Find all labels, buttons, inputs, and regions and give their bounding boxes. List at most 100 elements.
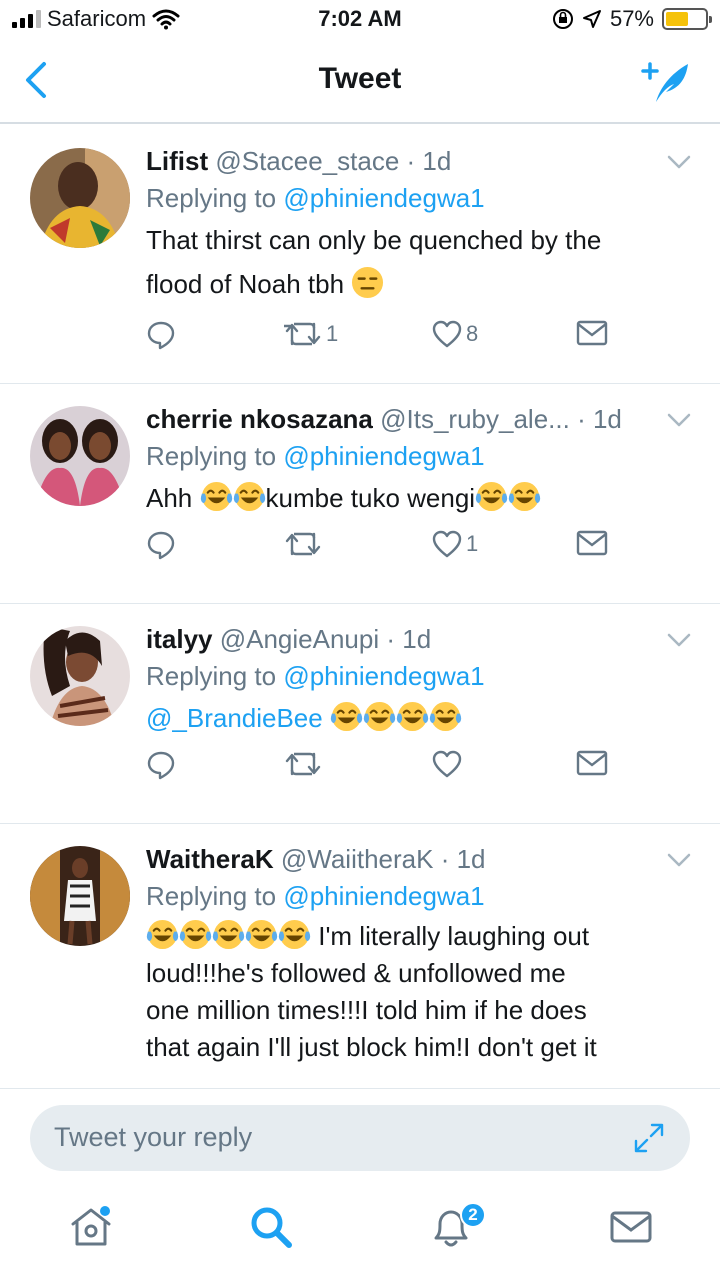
heart-icon [432, 530, 462, 558]
like-count: 1 [466, 531, 479, 556]
tears-of-joy-icon [212, 919, 245, 950]
tweet-time: 1d [402, 624, 432, 654]
tab-search[interactable] [246, 1202, 296, 1252]
battery-percent: 57% [609, 6, 654, 31]
replying-to-handle[interactable]: @phiniendegwa1 [283, 441, 484, 471]
tweet-text: That thirst can only be quenched by the … [146, 225, 602, 299]
user-handle[interactable]: @Its_ruby_ale... [380, 404, 570, 434]
battery-icon [662, 8, 712, 30]
display-name[interactable]: Lifist [146, 146, 208, 176]
avatar[interactable] [30, 406, 130, 506]
tweet-row[interactable]: WaitheraK @WaiitheraK · 1d Replying to @… [0, 824, 720, 1088]
tweet-text: @_BrandieBee [146, 696, 694, 740]
reply-input[interactable]: Tweet your reply [30, 1105, 690, 1171]
tweet-time: 1d [456, 844, 486, 874]
tweet-actions: 1 [146, 530, 694, 586]
retweet-icon [285, 532, 321, 556]
tears-of-joy-icon [200, 481, 232, 512]
retweet-button[interactable] [284, 750, 322, 778]
avatar[interactable] [30, 846, 130, 946]
reply-list: Lifist @Stacee_stace · 1d Replying to @p… [0, 126, 720, 1088]
like-button[interactable]: 1 [432, 530, 478, 558]
status-bar: Safaricom 7:02 AM 57% [0, 0, 720, 40]
reply-placeholder: Tweet your reply [54, 1122, 253, 1152]
replying-to: Replying to @phiniendegwa1 [146, 881, 485, 911]
replying-to: Replying to @phiniendegwa1 [146, 661, 485, 691]
rotation-lock-icon [552, 9, 573, 29]
replying-to-handle[interactable]: @phiniendegwa1 [283, 661, 484, 691]
reply-bar: Tweet your reply [0, 1088, 720, 1188]
tears-of-joy-icon [363, 701, 396, 732]
expand-icon[interactable] [632, 1121, 666, 1155]
tweet-row[interactable]: italyy @AngieAnupi · 1d Replying to @phi… [0, 604, 720, 824]
retweet-button[interactable]: 1 [284, 320, 338, 348]
chevron-down-icon[interactable] [666, 630, 692, 650]
display-name[interactable]: WaitheraK [146, 844, 274, 874]
tab-bar: 2 [0, 1188, 720, 1280]
like-button[interactable] [432, 750, 462, 778]
chevron-down-icon[interactable] [666, 410, 692, 430]
home-new-dot [100, 1206, 110, 1216]
envelope-icon [576, 320, 608, 346]
direct-message-button[interactable] [576, 750, 608, 776]
chevron-down-icon[interactable] [666, 850, 692, 870]
direct-message-button[interactable] [576, 320, 608, 346]
tweet-text: Ahh kumbe tuko wengi [146, 476, 694, 520]
display-name[interactable]: cherrie nkosazana [146, 404, 373, 434]
tweet-header: WaitheraK @WaiitheraK · 1d [146, 844, 486, 874]
location-icon [582, 10, 601, 28]
user-handle[interactable]: @WaiitheraK [281, 844, 434, 874]
tab-home[interactable] [66, 1202, 116, 1252]
tweet-text: I'm literally laughing out loud!!!he's f… [146, 918, 694, 1066]
chevron-down-icon[interactable] [666, 152, 692, 172]
tweet-header: cherrie nkosazana @Its_ruby_ale... · 1d [146, 404, 622, 434]
nav-bar: Tweet [0, 40, 720, 124]
like-count: 8 [466, 321, 479, 346]
tab-notifications[interactable]: 2 [426, 1202, 486, 1252]
replying-to: Replying to @phiniendegwa1 [146, 183, 485, 213]
compose-tweet-icon[interactable] [640, 58, 692, 106]
tweet-header: Lifist @Stacee_stace · 1d [146, 146, 452, 176]
reply-icon [147, 321, 175, 350]
tweet-actions: 1 8 [146, 320, 694, 376]
tears-of-joy-icon [146, 919, 179, 950]
replying-to-handle[interactable]: @phiniendegwa1 [283, 881, 484, 911]
heart-icon [432, 320, 462, 348]
tears-of-joy-icon [330, 701, 363, 732]
display-name[interactable]: italyy [146, 624, 213, 654]
reply-button[interactable] [146, 750, 176, 780]
tears-of-joy-icon [245, 919, 278, 950]
like-button[interactable]: 8 [432, 320, 478, 348]
reply-button[interactable] [146, 530, 176, 560]
user-handle[interactable]: @AngieAnupi [220, 624, 379, 654]
tweet-row[interactable]: cherrie nkosazana @Its_ruby_ale... · 1d … [0, 384, 720, 604]
tweet-time: 1d [422, 146, 452, 176]
tears-of-joy-icon [429, 701, 462, 732]
retweet-button[interactable] [284, 530, 322, 558]
notifications-badge: 2 [460, 1202, 486, 1228]
tears-of-joy-icon [233, 481, 265, 512]
tears-of-joy-icon [508, 481, 541, 512]
retweet-icon [284, 322, 321, 346]
tears-of-joy-icon [179, 919, 212, 950]
tweet-row[interactable]: Lifist @Stacee_stace · 1d Replying to @p… [0, 126, 720, 384]
tears-of-joy-icon [278, 919, 311, 950]
retweet-icon [285, 752, 321, 776]
envelope-icon [576, 530, 608, 556]
tears-of-joy-icon [475, 481, 508, 512]
avatar[interactable] [30, 148, 130, 248]
retweet-count: 1 [326, 321, 339, 346]
user-handle[interactable]: @Stacee_stace [215, 146, 399, 176]
envelope-icon [576, 750, 608, 776]
reply-icon [147, 531, 175, 560]
page-title: Tweet [318, 62, 402, 95]
avatar[interactable] [30, 626, 130, 726]
replying-to-handle[interactable]: @phiniendegwa1 [283, 183, 484, 213]
user-mention[interactable]: @_BrandieBee [146, 703, 323, 733]
tweet-header: italyy @AngieAnupi · 1d [146, 624, 432, 654]
replying-to: Replying to @phiniendegwa1 [146, 441, 485, 471]
tears-of-joy-icon [396, 701, 429, 732]
reply-button[interactable] [146, 320, 176, 350]
tab-messages[interactable] [606, 1202, 656, 1252]
direct-message-button[interactable] [576, 530, 608, 556]
